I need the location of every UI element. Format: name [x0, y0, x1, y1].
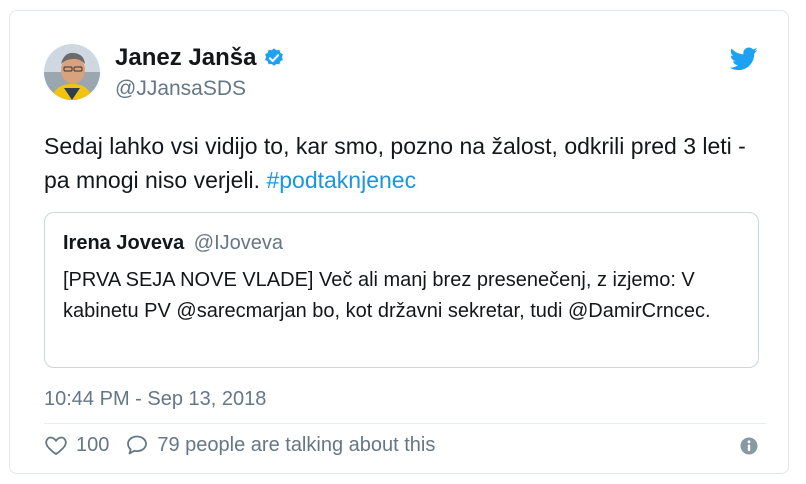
speech-bubble-icon: [127, 435, 148, 455]
quoted-author-name: Irena Joveva: [63, 232, 185, 254]
tweet-text: Sedaj lahko vsi vidijo to, kar smo, pozn…: [44, 129, 764, 197]
action-bar: 100 79 people are talking about this: [44, 429, 435, 461]
avatar[interactable]: [44, 44, 100, 100]
tweet-timestamp[interactable]: 10:44 PM - Sep 13, 2018: [44, 387, 266, 411]
author-name-row[interactable]: Janez Janša: [115, 44, 285, 72]
like-count: 100: [76, 433, 110, 456]
quoted-author-handle: @IJoveva: [193, 232, 283, 254]
author-name[interactable]: Janez Janša: [115, 44, 256, 72]
quoted-tweet[interactable]: Irena Joveva @IJoveva [PRVA SEJA NOVE VL…: [44, 212, 759, 368]
verified-badge-icon: [265, 48, 284, 66]
conversation-count: 79 people are talking about this: [157, 433, 436, 456]
author-handle[interactable]: @JJansaSDS: [115, 77, 246, 101]
quoted-text: [PRVA SEJA NOVE VLADE] Več ali manj brez…: [63, 269, 711, 322]
heart-icon: [45, 436, 67, 456]
like-button[interactable]: 100: [44, 433, 109, 457]
hashtag-link[interactable]: #podtaknjenec: [266, 167, 416, 193]
reply-button[interactable]: 79 people are talking about this: [125, 433, 435, 457]
info-icon[interactable]: [740, 437, 758, 455]
twitter-bird-icon[interactable]: [730, 47, 758, 71]
avatar-image: [44, 44, 100, 100]
embedded-tweet-card: Janez Janša @JJansaSDS Sedaj lahko vsi v…: [9, 10, 789, 474]
quoted-author: Irena Joveva @IJoveva: [63, 231, 283, 255]
divider: [44, 423, 766, 424]
